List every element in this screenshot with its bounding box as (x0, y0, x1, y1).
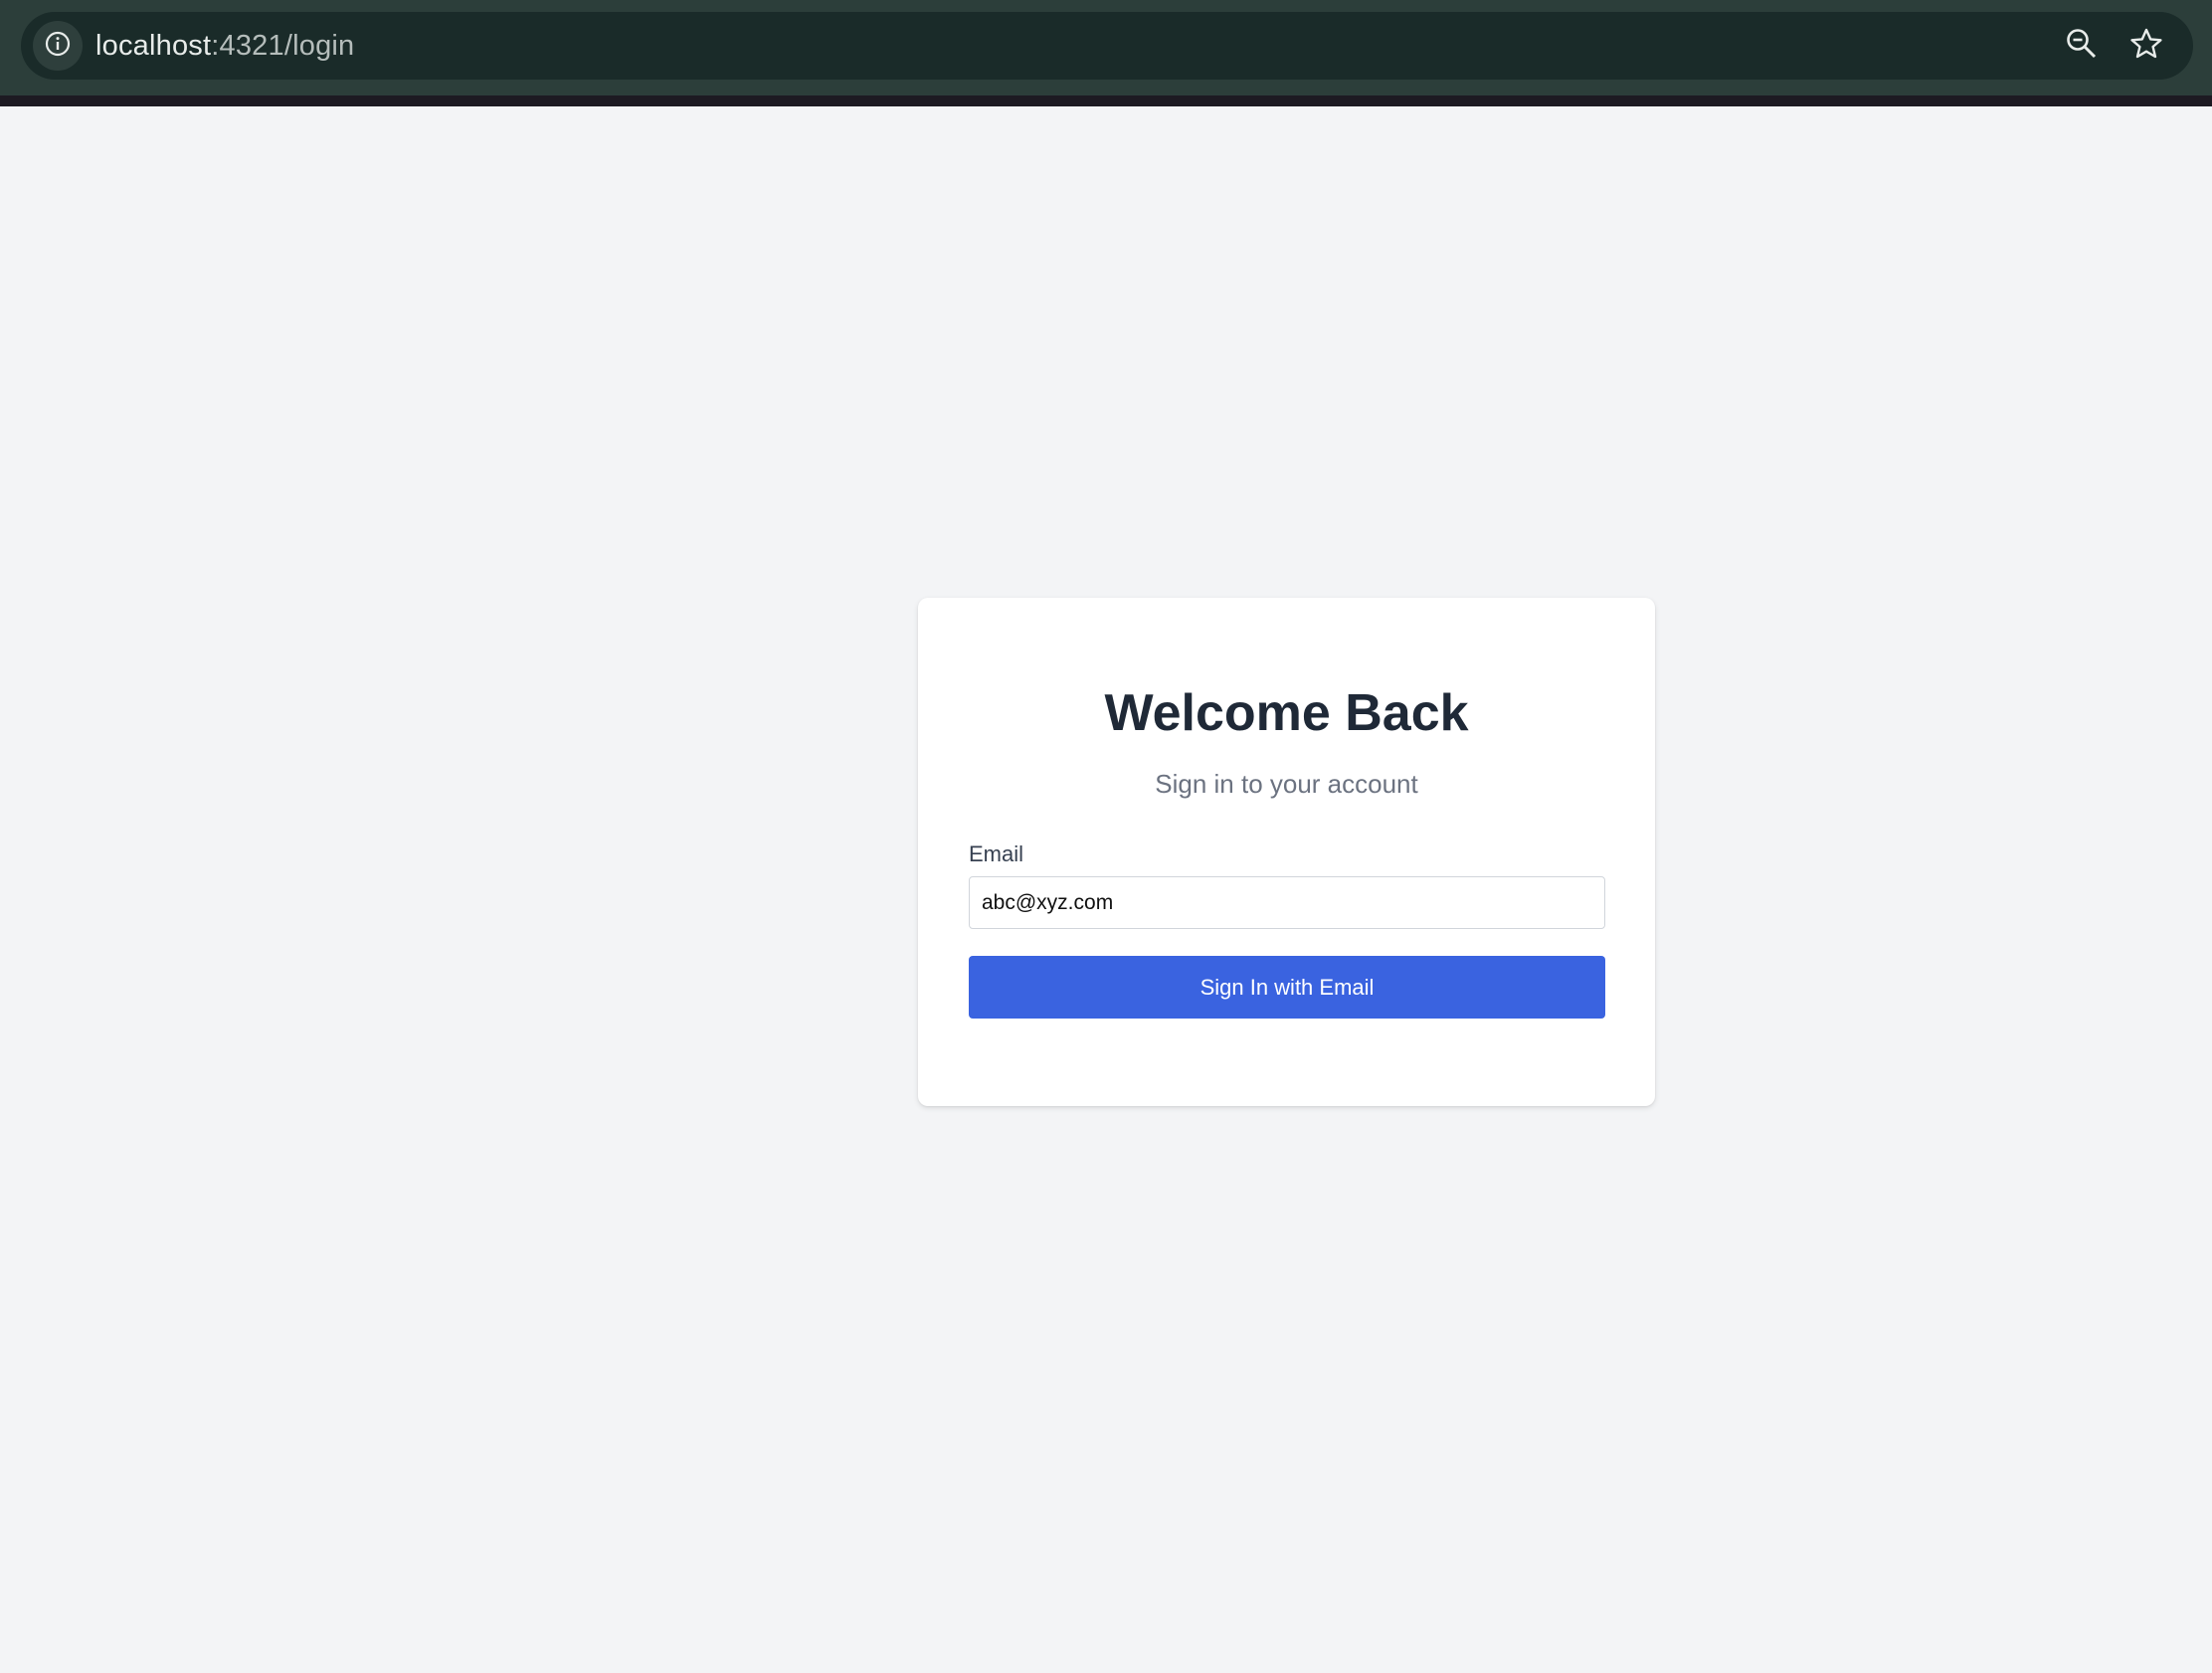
login-subtitle: Sign in to your account (1155, 769, 1418, 799)
address-bar[interactable]: localhost:4321/login (21, 12, 2193, 80)
email-input[interactable] (969, 876, 1605, 929)
zoom-button[interactable] (2062, 26, 2102, 66)
star-icon (2129, 27, 2163, 66)
url-text[interactable]: localhost:4321/login (95, 12, 354, 80)
bookmark-button[interactable] (2126, 26, 2166, 66)
browser-toolbar: localhost:4321/login (0, 0, 2212, 95)
login-title: Welcome Back (1104, 684, 1469, 742)
login-card: Welcome Back Sign in to your account Ema… (918, 598, 1655, 1106)
info-icon (44, 30, 72, 63)
url-path: :4321/login (211, 30, 355, 62)
zoom-out-icon (2065, 27, 2099, 66)
sign-in-email-button[interactable]: Sign In with Email (969, 956, 1605, 1019)
site-info-button[interactable] (33, 21, 83, 71)
url-host: localhost (95, 30, 212, 62)
email-label: Email (969, 841, 1024, 866)
toolbar-divider (0, 95, 2212, 106)
